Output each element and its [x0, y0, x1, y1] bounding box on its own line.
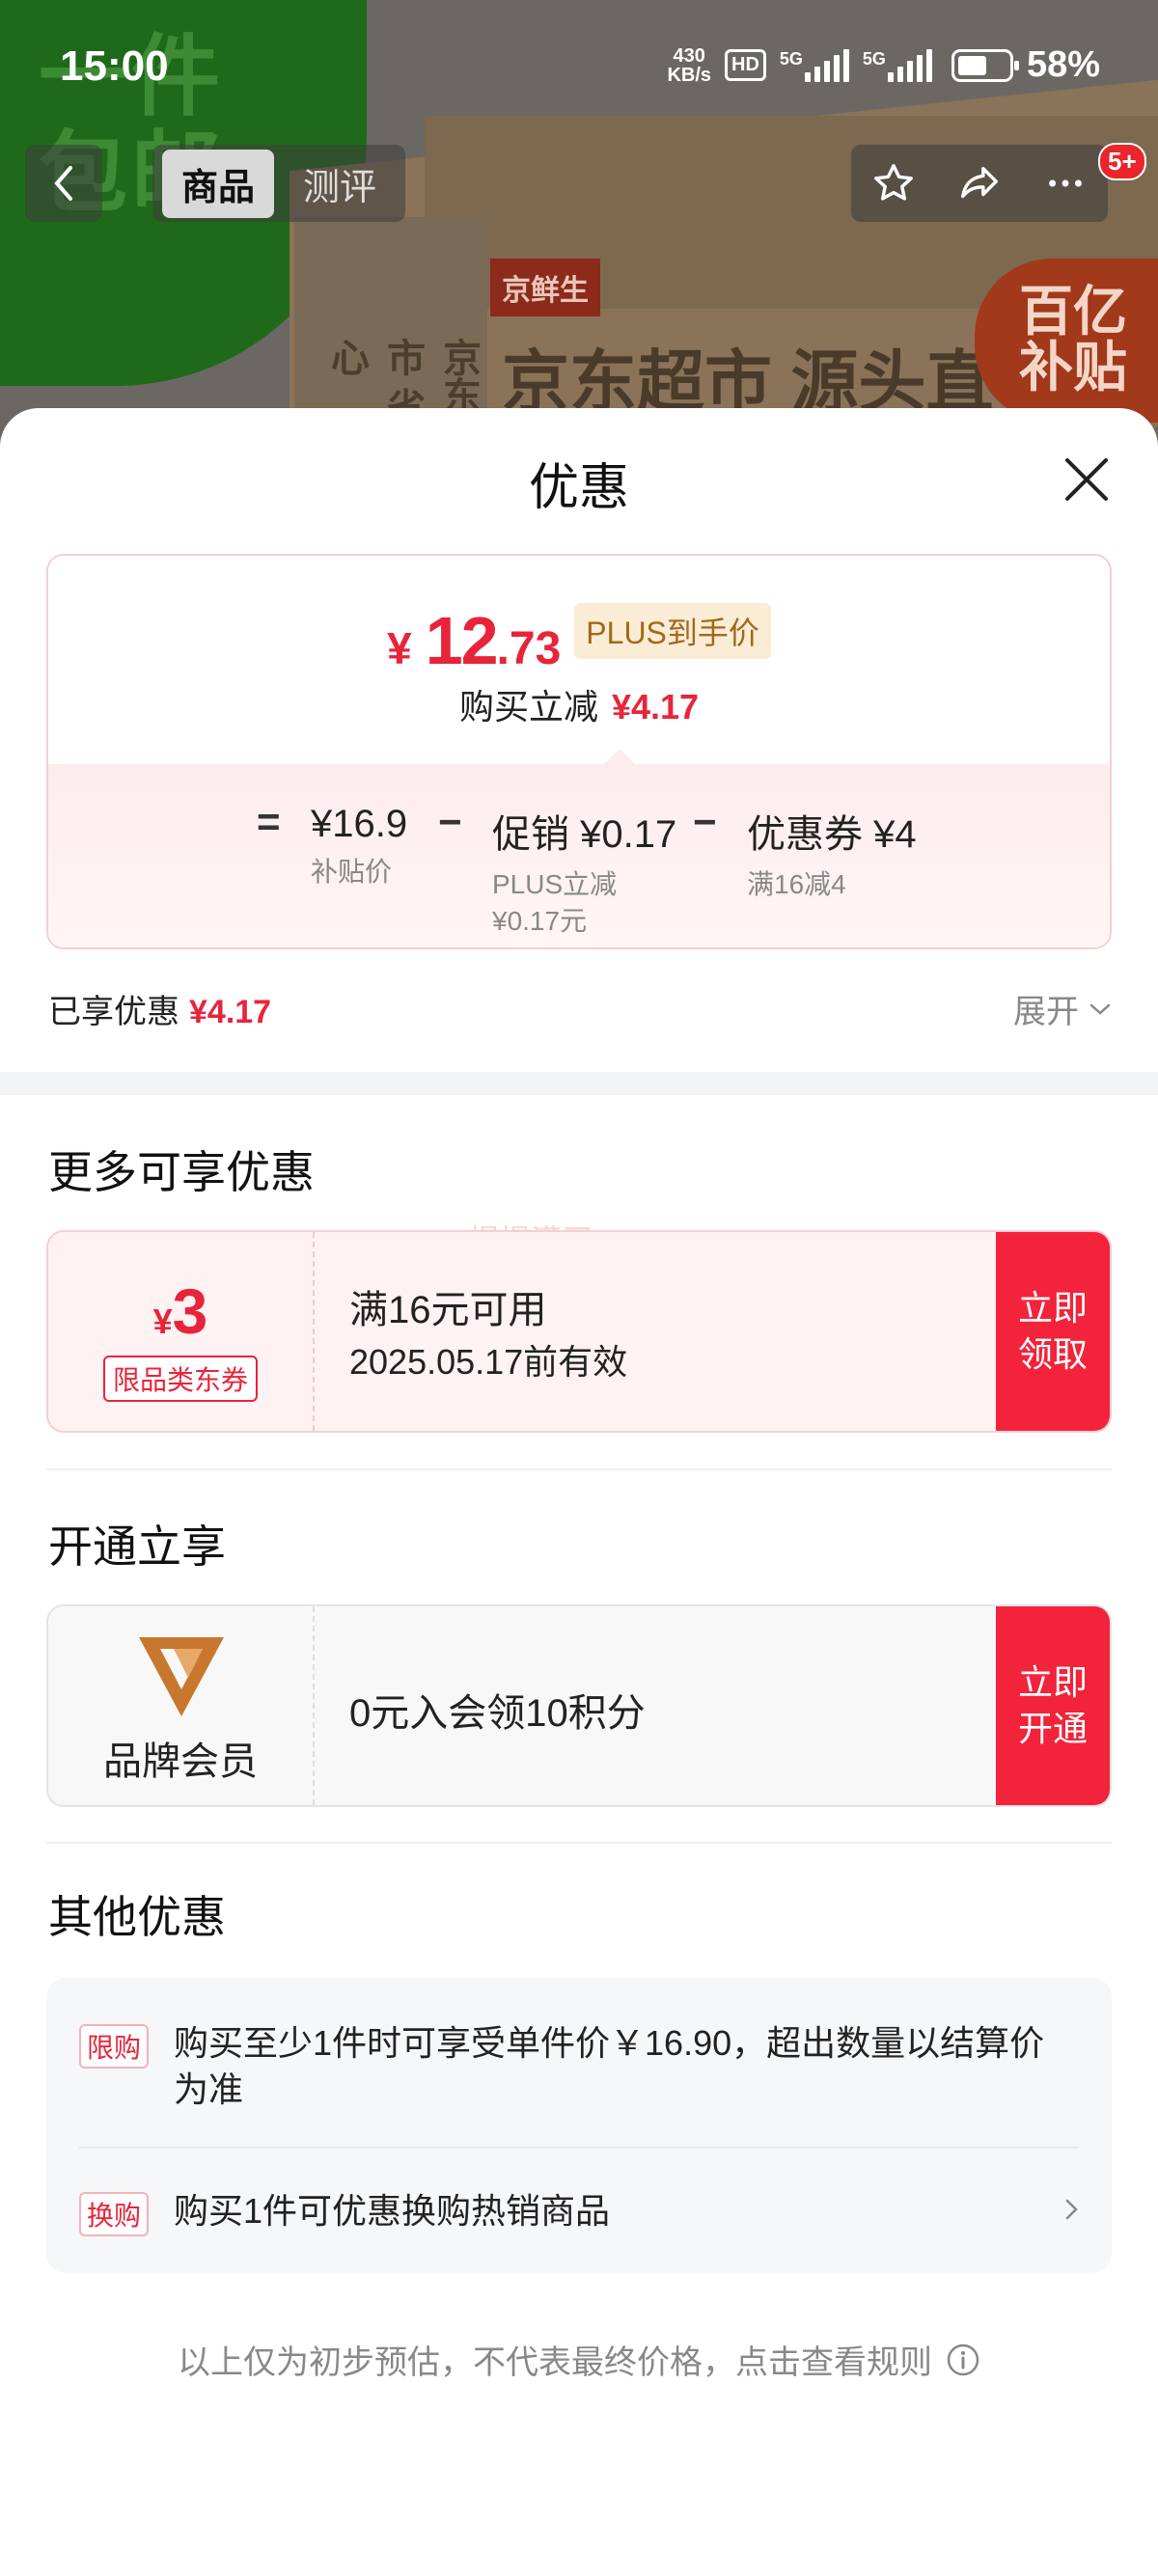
discount-sheet: 优惠 ¥ 12 .73 PLUS到手价 购买立减 ¥4.17 = ¥16.9 补…	[0, 408, 1158, 2576]
brand-logo-icon	[139, 1637, 224, 1716]
more-button[interactable]	[1036, 154, 1094, 212]
battery-percent: 58%	[1026, 44, 1100, 85]
exchange-tag: 换购	[79, 2192, 150, 2236]
signal-icon: 5G	[863, 48, 932, 82]
instant-discount: 购买立减 ¥4.17	[458, 687, 700, 726]
chevron-left-icon	[54, 166, 72, 201]
open-membership-button[interactable]: 立即 开通	[996, 1606, 1110, 1805]
list-item: 限购 购买至少1件时可享受单件价￥16.90，超出数量以结算价为准	[79, 2020, 1079, 2117]
price-breakdown-card: ¥ 12 .73 PLUS到手价 购买立减 ¥4.17 = ¥16.9 补贴价 −	[46, 554, 1112, 949]
coupon-card: ¥3 限品类东券 满16元可用 2025.05.17前有效 立即 领取	[46, 1230, 1112, 1433]
equals-sign: =	[257, 799, 281, 844]
star-icon	[874, 164, 914, 201]
price-calculation: = ¥16.9 补贴价 − 促销 ¥0.17 PLUS立减 ¥0.17元 − 优惠…	[48, 764, 1110, 947]
section-divider	[0, 1072, 1158, 1095]
more-icon	[1048, 179, 1082, 187]
membership-title: 开通立享	[48, 1521, 226, 1572]
other-offers-title: 其他优惠	[48, 1892, 226, 1942]
more-offers-title: 更多可享优惠	[48, 1147, 315, 1197]
info-icon	[947, 2343, 979, 2375]
coupon-description: 满16元可用 2025.05.17前有效	[349, 1289, 628, 1382]
minus-sign: −	[693, 799, 717, 844]
minus-sign: −	[438, 799, 462, 844]
chevron-down-icon	[1089, 1003, 1111, 1015]
final-price: ¥ 12 .73 PLUS到手价	[48, 602, 1110, 679]
status-bar: 15:00 430 KB/s HD 5G 5G 58%	[0, 0, 1158, 135]
enjoyed-discount: 已享优惠 ¥4.17	[48, 994, 272, 1030]
status-time: 15:00	[60, 42, 169, 90]
signal-icon: 5G	[780, 48, 849, 82]
base-price: ¥16.9 补贴价	[311, 803, 408, 887]
other-offers-list: 限购 购买至少1件时可享受单件价￥16.90，超出数量以结算价为准 换购 购买1…	[46, 1978, 1112, 2273]
close-icon	[1065, 458, 1108, 501]
sheet-title: 优惠	[528, 460, 629, 516]
network-speed: 430 KB/s	[667, 44, 712, 86]
share-button[interactable]	[951, 154, 1008, 212]
purchase-limit-tag: 限购	[79, 2024, 150, 2069]
hd-icon: HD	[725, 49, 766, 81]
coupon-type-label: 限品类东券	[102, 1356, 259, 1402]
membership-card: 品牌会员 0元入会领10积分 立即 开通	[46, 1604, 1112, 1807]
nav-actions	[851, 145, 1108, 222]
claim-coupon-button[interactable]: 立即 领取	[996, 1232, 1110, 1431]
exchange-offer-item[interactable]: 换购 购买1件可优惠换购热销商品	[79, 2188, 1079, 2246]
expand-button[interactable]: 展开	[1013, 985, 1112, 1032]
favorite-button[interactable]	[865, 154, 923, 212]
chevron-right-icon	[1065, 2199, 1078, 2220]
share-icon	[961, 166, 998, 199]
promo-discount: 促销 ¥0.17 PLUS立减 ¥0.17元	[492, 813, 677, 936]
nav-tabs: 商品 测评	[152, 145, 406, 222]
page: 一件包邮 京鲜生 京东超市 省心 京东超市 源头直 百亿 补贴 15:00 43…	[0, 0, 1158, 2576]
tab-product[interactable]: 商品	[162, 149, 275, 218]
plus-price-tag: PLUS到手价	[574, 603, 771, 659]
coupon-discount: 优惠券 ¥4 满16减4	[747, 813, 917, 899]
subsidy-badge: 百亿 补贴	[975, 259, 1158, 423]
back-button[interactable]	[25, 145, 102, 222]
membership-description: 0元入会领10积分	[349, 1692, 646, 1735]
box-brand-label: 京鲜生	[490, 259, 600, 316]
close-button[interactable]	[1060, 452, 1114, 507]
brand-member-label: 品牌会员	[103, 1740, 258, 1783]
rules-footer[interactable]: 以上仅为初步预估，不代表最终价格，点击查看规则	[0, 2336, 1158, 2383]
coupon-amount: ¥3	[152, 1275, 208, 1347]
battery-icon	[951, 48, 1019, 82]
more-badge: 5+	[1098, 143, 1146, 180]
tab-review[interactable]: 测评	[284, 150, 396, 218]
